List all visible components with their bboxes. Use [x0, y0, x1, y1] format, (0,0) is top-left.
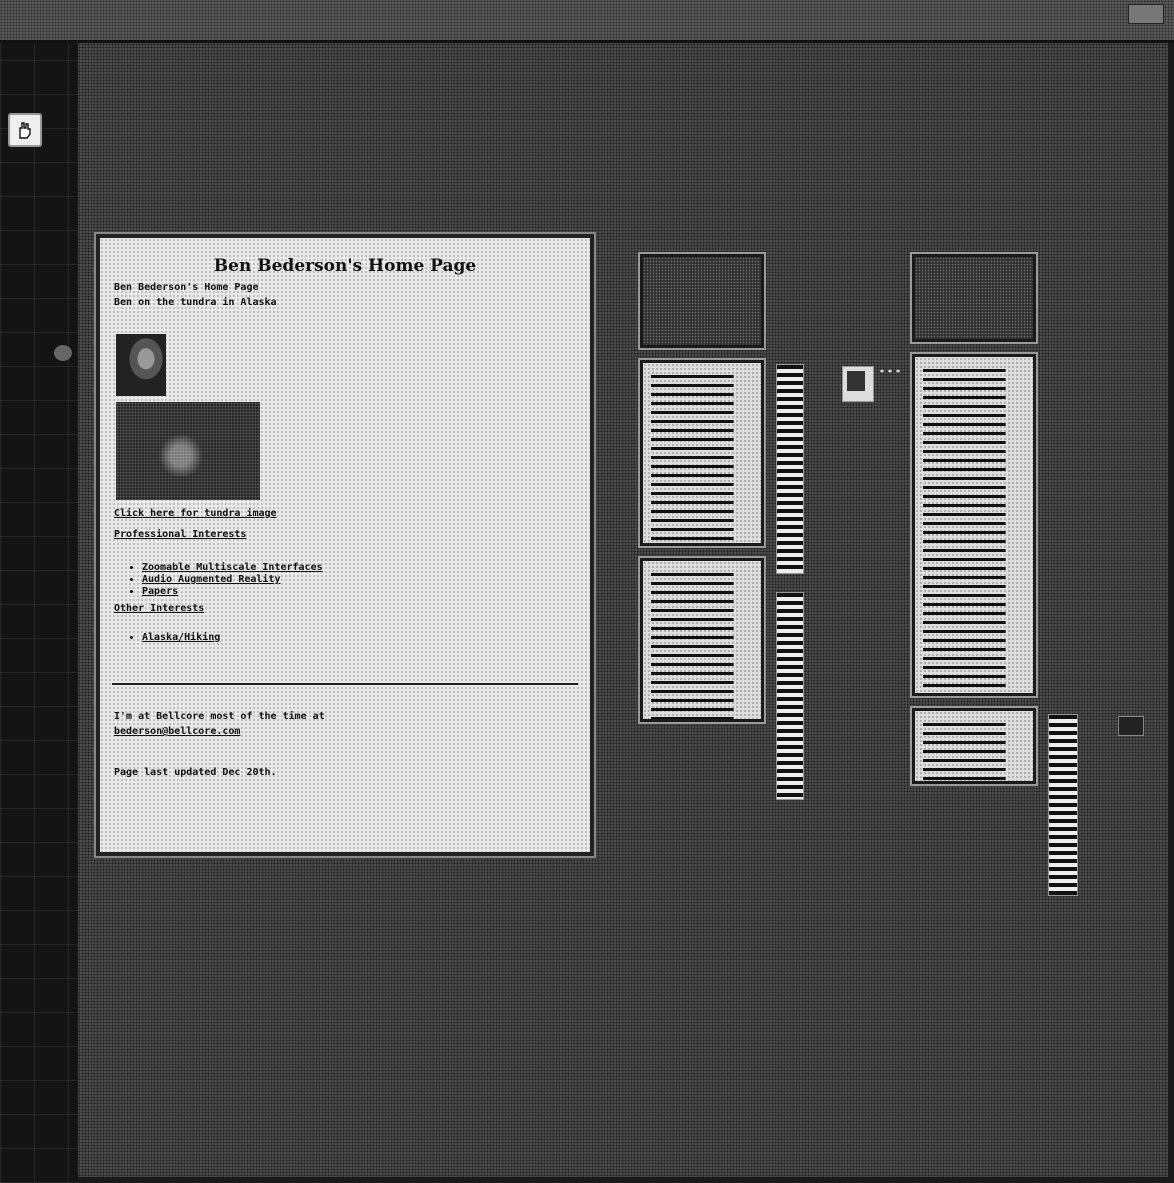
email-link[interactable]: bederson@bellcore.com [114, 726, 576, 737]
small-portrait-thumbnail[interactable] [842, 366, 874, 402]
thumbnail-page[interactable] [640, 558, 764, 722]
portrait-image[interactable] [116, 334, 166, 396]
professional-list: Zoomable Multiscale Interfaces Audio Aug… [128, 562, 590, 597]
list-item[interactable]: Audio Augmented Reality [142, 574, 590, 585]
footer-text: I'm at Bellcore most of the time at [114, 711, 325, 722]
thumbnail-strip[interactable] [776, 364, 804, 574]
last-updated-text: Page last updated Dec 20th. [114, 767, 277, 778]
tundra-link[interactable]: Click here for tundra image [114, 508, 576, 519]
divider [112, 683, 578, 685]
other-list: Alaska/Hiking [128, 632, 590, 643]
other-heading: Other Interests [114, 603, 205, 614]
photo-caption: Ben on the tundra in Alaska [114, 297, 277, 308]
window-control-button[interactable] [1128, 4, 1164, 24]
tiny-window-thumbnail[interactable] [1118, 716, 1144, 736]
thumbnail-tundra-image[interactable] [912, 254, 1036, 342]
thumbnail-strip[interactable] [1048, 714, 1078, 896]
window-titlebar[interactable] [0, 0, 1174, 43]
tool-sidebar [0, 43, 78, 1183]
tool-indicator-icon [54, 345, 72, 361]
hand-pointer-icon[interactable] [8, 113, 42, 147]
thumbnail-tundra-landscape[interactable] [640, 254, 764, 348]
professional-heading: Professional Interests [114, 529, 247, 540]
list-item[interactable]: Alaska/Hiking [142, 632, 590, 643]
list-item[interactable]: Papers [142, 586, 590, 597]
page-title: Ben Bederson's Home Page [213, 256, 477, 276]
thumbnail-strip[interactable] [776, 592, 804, 800]
thumbnail-page[interactable] [912, 708, 1036, 784]
home-page-view[interactable]: Ben Bederson's Home Page Ben Bederson's … [96, 234, 594, 856]
thumbnail-page[interactable] [640, 360, 764, 546]
page-subtitle: Ben Bederson's Home Page [114, 282, 259, 293]
list-item[interactable]: Zoomable Multiscale Interfaces [142, 562, 590, 573]
link-dots [878, 368, 900, 374]
thumbnail-page[interactable] [912, 354, 1036, 696]
tundra-image[interactable] [116, 402, 260, 500]
